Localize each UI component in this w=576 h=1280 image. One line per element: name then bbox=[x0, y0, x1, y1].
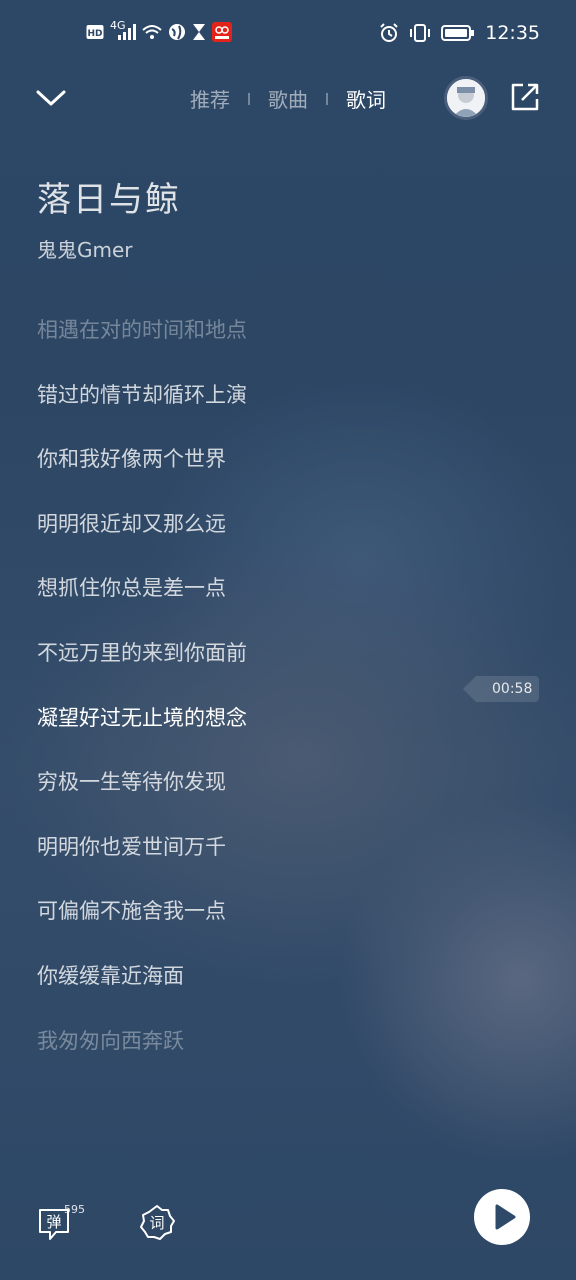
lyric-line[interactable]: 可偏偏不施舍我一点 bbox=[37, 893, 457, 958]
lyric-line[interactable]: 错过的情节却循环上演 bbox=[37, 377, 457, 442]
lyric-line-current[interactable]: 凝望好过无止境的想念 bbox=[37, 700, 457, 765]
svg-text:词: 词 bbox=[149, 1214, 164, 1232]
lyric-line[interactable]: 想抓住你总是差一点 bbox=[37, 570, 457, 635]
lyric-line[interactable]: 我匆匆向西奔跃 bbox=[37, 1023, 457, 1088]
hd-icon: HD bbox=[86, 25, 104, 39]
song-artist[interactable]: 鬼鬼Gmer bbox=[37, 234, 133, 263]
lyric-line[interactable]: 相遇在对的时间和地点 bbox=[37, 312, 457, 377]
lyric-line[interactable]: 你缓缓靠近海面 bbox=[37, 958, 457, 1023]
song-title: 落日与鲸 bbox=[37, 180, 181, 220]
app-badge-icon bbox=[212, 22, 232, 42]
lyric-line[interactable]: 穷极一生等待你发现 bbox=[37, 764, 457, 829]
status-bar: HD 4G 12:35 bbox=[0, 0, 576, 72]
globe-icon bbox=[169, 24, 185, 40]
lyric-icon: 词 bbox=[140, 1205, 175, 1240]
lyric-line[interactable]: 不远万里的来到你面前 bbox=[37, 635, 457, 700]
svg-text:弹: 弹 bbox=[46, 1213, 61, 1231]
tab-recommend[interactable]: 推荐 bbox=[190, 84, 230, 113]
lyrics-list[interactable]: 相遇在对的时间和地点 错过的情节却循环上演 你和我好像两个世界 明明很近却又那么… bbox=[37, 312, 457, 1087]
avatar-image bbox=[447, 79, 485, 117]
share-button[interactable] bbox=[510, 82, 540, 112]
tab-lyrics[interactable]: 歌词 bbox=[346, 84, 386, 113]
tab-bar: 推荐 歌曲 歌词 bbox=[190, 84, 386, 113]
collapse-button[interactable] bbox=[34, 86, 68, 110]
play-icon bbox=[495, 1204, 516, 1230]
status-left: HD 4G bbox=[86, 19, 232, 42]
status-right: 12:35 bbox=[379, 22, 540, 44]
vibrate-icon bbox=[410, 24, 431, 42]
wifi-icon bbox=[142, 25, 162, 39]
hourglass-icon bbox=[193, 24, 205, 40]
tab-divider bbox=[326, 92, 328, 105]
share-icon bbox=[511, 83, 539, 111]
battery-icon bbox=[441, 25, 475, 41]
signal-icon: 4G bbox=[110, 19, 136, 41]
tab-divider bbox=[248, 92, 250, 105]
svg-text:HD: HD bbox=[87, 29, 102, 39]
lyric-line[interactable]: 你和我好像两个世界 bbox=[37, 441, 457, 506]
chevron-down-icon bbox=[36, 90, 66, 106]
avatar[interactable] bbox=[444, 76, 488, 120]
lyric-line[interactable]: 明明你也爱世间万千 bbox=[37, 829, 457, 894]
lyric-setting-button[interactable]: 词 bbox=[138, 1204, 176, 1242]
seek-time-tag[interactable]: 00:58 bbox=[463, 676, 539, 702]
danmu-count-badge: 595 bbox=[64, 1203, 85, 1216]
lyric-line[interactable]: 明明很近却又那么远 bbox=[37, 506, 457, 571]
alarm-icon bbox=[380, 23, 398, 42]
clock: 12:35 bbox=[485, 22, 540, 44]
play-button[interactable] bbox=[474, 1189, 530, 1245]
header: 推荐 歌曲 歌词 bbox=[0, 72, 576, 128]
tab-song[interactable]: 歌曲 bbox=[268, 84, 308, 113]
